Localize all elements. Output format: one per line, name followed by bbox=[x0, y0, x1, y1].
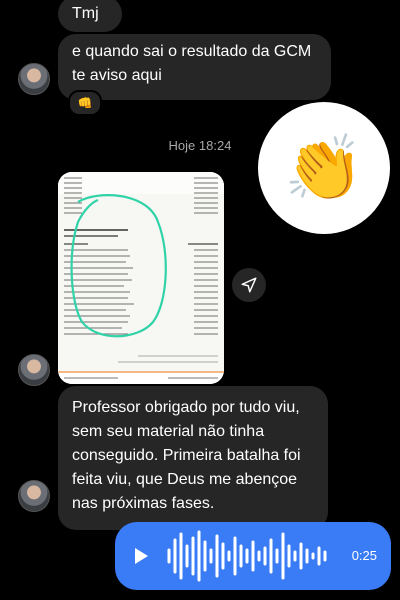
message-text: e quando sai o resultado da GCM te aviso… bbox=[72, 43, 312, 84]
document-photo bbox=[58, 172, 224, 384]
avatar[interactable] bbox=[18, 480, 50, 512]
message-text: Tmj bbox=[72, 5, 99, 22]
message-bubble-thanks[interactable]: Professor obrigado por tudo viu, sem seu… bbox=[58, 386, 328, 530]
waveform-icon[interactable] bbox=[163, 528, 343, 584]
sent-emoji-message[interactable]: 👏 bbox=[258, 102, 390, 234]
message-text: Professor obrigado por tudo viu, sem seu… bbox=[72, 399, 301, 512]
avatar[interactable] bbox=[18, 354, 50, 386]
reaction-badge[interactable]: 👊 bbox=[68, 90, 102, 116]
avatar[interactable] bbox=[18, 63, 50, 95]
voice-duration: 0:25 bbox=[351, 548, 377, 563]
voice-message[interactable]: 0:25 bbox=[115, 522, 391, 590]
fist-bump-emoji: 👊 bbox=[77, 96, 93, 110]
send-icon bbox=[241, 277, 257, 293]
play-icon[interactable] bbox=[133, 547, 149, 565]
message-bubble-gcm[interactable]: e quando sai o resultado da GCM te aviso… bbox=[58, 34, 331, 100]
image-message[interactable] bbox=[58, 172, 224, 384]
share-button[interactable] bbox=[232, 268, 266, 302]
message-bubble-tmj[interactable]: Tmj bbox=[58, 0, 122, 32]
clapping-hands-emoji: 👏 bbox=[284, 132, 364, 204]
